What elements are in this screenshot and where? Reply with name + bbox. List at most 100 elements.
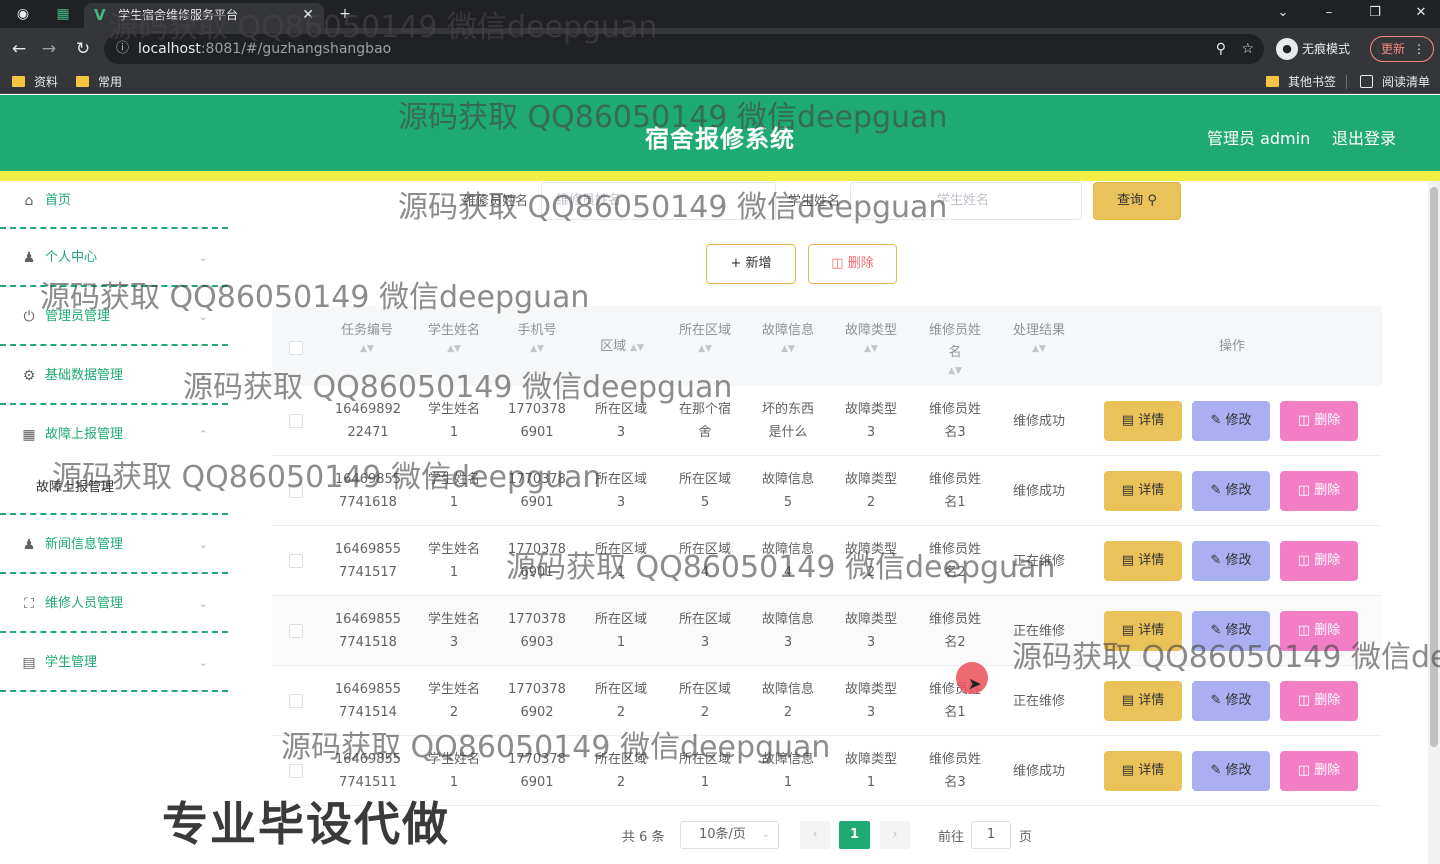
- url-input[interactable]: ⓘ localhost:8081/#/guzhangshangbao ⚲ ☆: [104, 34, 1264, 64]
- sort-icon[interactable]: ▲▼: [924, 364, 986, 378]
- column-header-location[interactable]: 所在区域 ▲▼: [672, 320, 738, 356]
- bookmark-folder-ziliao[interactable]: 资料: [12, 73, 58, 91]
- restore-icon[interactable]: ❐: [1360, 2, 1390, 24]
- bookmark-folder-changyong[interactable]: 常用: [76, 73, 122, 91]
- column-header-info[interactable]: 故障信息 ▲▼: [755, 320, 821, 356]
- sidebar-item-basedata[interactable]: ⚙ 基础数据管理 ⌄: [0, 356, 230, 396]
- column-header-student[interactable]: 学生姓名 ▲▼: [421, 320, 487, 356]
- sort-icon[interactable]: ▲▼: [672, 342, 738, 356]
- sort-icon[interactable]: ▲▼: [630, 343, 644, 353]
- edit-button[interactable]: ✎ 修改: [1192, 471, 1270, 511]
- column-header-repairer[interactable]: 维修员姓名 ▲▼: [924, 320, 986, 378]
- query-button[interactable]: 查询 ⚲: [1093, 182, 1181, 220]
- cell-text: 学生姓名: [427, 542, 480, 557]
- sidebar-item-profile[interactable]: ♟ 个人中心 ⌄: [0, 238, 230, 278]
- page-number-current[interactable]: 1: [839, 821, 870, 849]
- delete-button[interactable]: ◫ 删除: [1280, 401, 1358, 441]
- next-page-button[interactable]: ›: [880, 821, 910, 849]
- detail-button[interactable]: ▤ 详情: [1104, 401, 1182, 441]
- window-close-icon[interactable]: ✕: [1406, 2, 1436, 24]
- tab-search-icon[interactable]: ⌄: [1268, 2, 1298, 24]
- update-button[interactable]: 更新 ⋮: [1370, 36, 1434, 62]
- site-info-icon[interactable]: ⓘ: [116, 34, 129, 64]
- action-label: 修改: [1225, 623, 1252, 638]
- new-tab-icon[interactable]: +: [334, 4, 356, 24]
- goto-page-input[interactable]: 1: [971, 821, 1011, 849]
- batch-delete-button[interactable]: ◫ 删除: [808, 244, 897, 284]
- column-header-id[interactable]: 任务编号 ▲▼: [334, 320, 400, 356]
- sort-icon[interactable]: ▲▼: [755, 342, 821, 356]
- sidebar-item-fault-report[interactable]: ▦ 故障上报管理 ⌃: [0, 415, 230, 455]
- incognito-indicator[interactable]: ● 无痕模式: [1276, 36, 1350, 62]
- scrollbar-thumb[interactable]: [1430, 187, 1438, 747]
- sort-icon[interactable]: ▲▼: [334, 342, 400, 356]
- row-checkbox[interactable]: [289, 764, 303, 778]
- pencil-icon: ✎: [1210, 413, 1226, 428]
- browser-tab[interactable]: V 学生宿舍维修服务平台 ✕: [84, 3, 324, 28]
- detail-button[interactable]: ▤ 详情: [1104, 611, 1182, 651]
- bookmark-star-icon[interactable]: ☆: [1241, 34, 1254, 64]
- reload-icon[interactable]: ↻: [72, 38, 94, 60]
- column-header-result[interactable]: 处理结果 ▲▼: [1006, 320, 1072, 356]
- forward-icon[interactable]: →: [38, 38, 60, 60]
- trash-icon: ◫: [831, 256, 844, 271]
- sidebar-item-admins[interactable]: ⏻ 管理员管理 ⌄: [0, 297, 230, 337]
- delete-button[interactable]: ◫ 删除: [1280, 471, 1358, 511]
- sort-icon[interactable]: ▲▼: [421, 342, 487, 356]
- edit-button[interactable]: ✎ 修改: [1192, 611, 1270, 651]
- password-key-icon[interactable]: ⚲: [1216, 34, 1226, 64]
- select-all-checkbox[interactable]: [289, 341, 303, 355]
- delete-button[interactable]: ◫ 删除: [1280, 681, 1358, 721]
- browser-menu-icon[interactable]: ◉: [12, 4, 34, 24]
- bookmark-folder-other[interactable]: 其他书签: [1266, 73, 1336, 91]
- sidebar-item-repairers[interactable]: ⛶ 维修人员管理 ⌄: [0, 584, 230, 624]
- reading-list[interactable]: 阅读清单: [1360, 73, 1430, 91]
- detail-button[interactable]: ▤ 详情: [1104, 541, 1182, 581]
- page-size-select[interactable]: 10条/页 ⌄: [680, 821, 779, 849]
- submenu-fault-report[interactable]: 故障上报管理: [0, 468, 230, 508]
- add-button[interactable]: + 新增: [706, 244, 796, 284]
- row-checkbox[interactable]: [289, 554, 303, 568]
- page-scrollbar[interactable]: [1428, 181, 1440, 864]
- column-header-area[interactable]: 区域 ▲▼: [582, 336, 662, 358]
- row-checkbox[interactable]: [289, 624, 303, 638]
- logout-link[interactable]: 退出登录: [1332, 125, 1396, 149]
- row-checkbox[interactable]: [289, 484, 303, 498]
- column-header-type[interactable]: 故障类型 ▲▼: [838, 320, 904, 356]
- student-name-input[interactable]: 学生姓名: [850, 182, 1082, 220]
- sort-icon[interactable]: ▲▼: [1006, 342, 1072, 356]
- delete-button[interactable]: ◫ 删除: [1280, 611, 1358, 651]
- detail-button[interactable]: ▤ 详情: [1104, 751, 1182, 791]
- action-label: 修改: [1225, 413, 1252, 428]
- detail-button[interactable]: ▤ 详情: [1104, 471, 1182, 511]
- sort-icon[interactable]: ▲▼: [838, 342, 904, 356]
- minimize-icon[interactable]: –: [1314, 2, 1344, 24]
- sort-icon[interactable]: ▲▼: [504, 342, 570, 356]
- detail-button[interactable]: ▤ 详情: [1104, 681, 1182, 721]
- delete-button[interactable]: ◫ 删除: [1280, 541, 1358, 581]
- cell-type: 故障类型 1: [838, 748, 904, 794]
- sidebar-item-students[interactable]: ▤ 学生管理 ⌄: [0, 643, 230, 683]
- edit-button[interactable]: ✎ 修改: [1192, 681, 1270, 721]
- edit-button[interactable]: ✎ 修改: [1192, 751, 1270, 791]
- cell-repair: 维修员姓 名1: [922, 468, 988, 514]
- sidebar-item-home[interactable]: ⌂ 首页: [0, 181, 230, 221]
- sidebar-item-news[interactable]: ♟ 新闻信息管理 ⌄: [0, 525, 230, 565]
- edit-button[interactable]: ✎ 修改: [1192, 541, 1270, 581]
- column-header-phone[interactable]: 手机号 ▲▼: [504, 320, 570, 356]
- page-suffix: 页: [1019, 830, 1033, 845]
- cell-text: 维修员姓: [928, 752, 981, 767]
- doc-icon: ▤: [1121, 483, 1139, 498]
- prev-page-button[interactable]: ‹: [800, 821, 830, 849]
- edit-button[interactable]: ✎ 修改: [1192, 401, 1270, 441]
- delete-button[interactable]: ◫ 删除: [1280, 751, 1358, 791]
- more-menu-icon[interactable]: ⋮: [1413, 37, 1425, 61]
- repair-name-input[interactable]: 维修员姓名: [541, 182, 776, 220]
- menu-divider: [0, 227, 228, 229]
- back-icon[interactable]: ←: [8, 38, 30, 60]
- cell-text: 7741517: [339, 565, 397, 580]
- row-checkbox[interactable]: [289, 414, 303, 428]
- tab-group-icon[interactable]: ▦: [52, 4, 74, 24]
- row-checkbox[interactable]: [289, 694, 303, 708]
- tab-close-icon[interactable]: ✕: [302, 3, 314, 28]
